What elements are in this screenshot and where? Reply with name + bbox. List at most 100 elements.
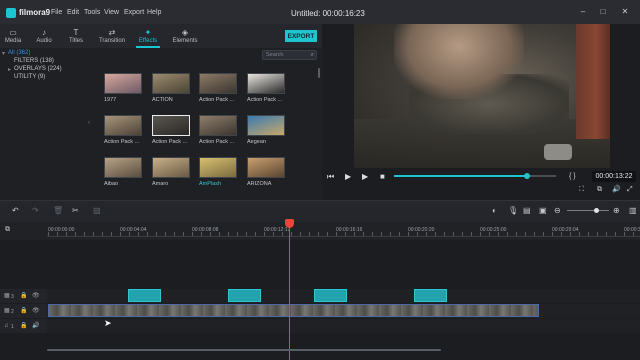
tab-label: Media bbox=[4, 38, 22, 44]
lock-icon[interactable]: 🔒 bbox=[20, 323, 27, 330]
fullscreen-icon[interactable]: ⛶ bbox=[579, 186, 584, 194]
maximize-icon[interactable]: □ bbox=[598, 7, 608, 17]
progress-handle[interactable] bbox=[523, 173, 530, 179]
undo-icon[interactable]: ↶ bbox=[12, 206, 19, 215]
effect-thumbnail[interactable] bbox=[152, 157, 190, 178]
render-icon[interactable]: ◐ bbox=[492, 206, 497, 215]
playhead-handle[interactable] bbox=[284, 219, 294, 228]
collapse-arrow-icon[interactable]: ▾ bbox=[2, 50, 5, 57]
category-all[interactable]: All (362) bbox=[8, 50, 30, 56]
menu-help[interactable]: Help bbox=[147, 9, 161, 16]
ruler-tick bbox=[156, 232, 157, 236]
minimize-icon[interactable]: – bbox=[578, 7, 588, 17]
audio-track-icon: ♫ bbox=[4, 323, 9, 329]
effect-label: ACTION bbox=[152, 97, 173, 103]
redo-icon[interactable]: ↷ bbox=[32, 206, 39, 215]
expand-arrow-icon[interactable]: ▸ bbox=[8, 66, 11, 73]
tab-elements[interactable]: ◈ Elements bbox=[170, 24, 200, 48]
menu-tools[interactable]: Tools bbox=[84, 9, 100, 16]
effect-thumbnail[interactable] bbox=[247, 73, 285, 94]
effect-thumbnail[interactable] bbox=[104, 157, 142, 178]
menu-file[interactable]: File bbox=[51, 9, 62, 16]
category-utility[interactable]: UTILITY (9) bbox=[14, 74, 45, 80]
ruler-tick bbox=[615, 232, 616, 236]
effect-thumbnail[interactable] bbox=[199, 73, 237, 94]
effect-thumbnail[interactable] bbox=[247, 115, 285, 136]
eye-icon[interactable]: 👁 bbox=[32, 293, 40, 300]
collapse-sidebar-icon[interactable]: ‹ bbox=[88, 120, 90, 126]
video-clip[interactable] bbox=[48, 304, 539, 317]
ruler-tick bbox=[48, 232, 49, 236]
effect-thumbnail[interactable] bbox=[199, 115, 237, 136]
ruler-tick bbox=[318, 232, 319, 236]
category-overlays[interactable]: OVERLAYS (224) bbox=[14, 66, 62, 72]
expand-icon[interactable]: ⤢ bbox=[627, 186, 633, 194]
ruler-tick bbox=[426, 232, 427, 236]
playhead-line[interactable] bbox=[288, 226, 290, 360]
stop-icon[interactable]: ■ bbox=[380, 172, 385, 182]
effect-thumbnail[interactable] bbox=[104, 73, 142, 94]
playback-progress-bar[interactable] bbox=[394, 173, 556, 179]
effect-thumbnail[interactable] bbox=[104, 115, 142, 136]
effects-scrollbar[interactable] bbox=[318, 68, 320, 78]
text-icon: T bbox=[73, 28, 79, 37]
add-track-icon[interactable]: ⧉ bbox=[5, 226, 10, 234]
category-filters[interactable]: FILTERS (138) bbox=[14, 58, 54, 64]
menu-export[interactable]: Export bbox=[124, 9, 144, 16]
snapshot-icon[interactable]: ⧉ bbox=[597, 186, 602, 194]
search-input[interactable] bbox=[266, 51, 306, 59]
search-icon[interactable]: ⌕ bbox=[311, 51, 314, 59]
timeline-horizontal-scrollbar[interactable] bbox=[47, 349, 441, 351]
play-icon[interactable]: ▶ bbox=[362, 172, 368, 182]
cut-icon[interactable]: ✂ bbox=[72, 206, 79, 215]
menu-edit[interactable]: Edit bbox=[67, 9, 79, 16]
ruler-tick bbox=[237, 232, 238, 236]
lock-icon[interactable]: 🔒 bbox=[20, 308, 27, 315]
effect-thumbnail[interactable] bbox=[199, 157, 237, 178]
close-icon[interactable]: ✕ bbox=[620, 7, 630, 17]
eye-icon[interactable]: 👁 bbox=[32, 308, 40, 315]
timeline-settings-icon[interactable]: ▥ bbox=[629, 206, 637, 215]
tab-titles[interactable]: T Titles bbox=[64, 24, 88, 48]
transition-icon: ⇄ bbox=[108, 28, 116, 37]
tab-transition[interactable]: ⇄ Transition bbox=[96, 24, 128, 48]
mixer-icon[interactable]: ▤ bbox=[523, 206, 531, 215]
lock-icon[interactable]: 🔒 bbox=[20, 293, 27, 300]
effect-thumbnail[interactable] bbox=[152, 115, 190, 136]
track-row-1[interactable] bbox=[47, 319, 640, 333]
menu-view[interactable]: View bbox=[104, 9, 119, 16]
effect-thumbnail[interactable] bbox=[247, 157, 285, 178]
ruler-tick bbox=[354, 232, 355, 236]
zoom-slider[interactable] bbox=[567, 208, 609, 213]
volume-icon[interactable]: 🔊 bbox=[612, 186, 621, 194]
overlay-effect-clip[interactable] bbox=[128, 289, 161, 302]
tab-effects[interactable]: ✦ Effects bbox=[136, 24, 160, 48]
effect-thumbnail[interactable] bbox=[152, 73, 190, 94]
mark-in-out-icon[interactable]: { } bbox=[569, 173, 576, 181]
overlay-effect-clip[interactable] bbox=[314, 289, 347, 302]
snapshot-marker-icon[interactable]: ▣ bbox=[539, 206, 547, 215]
ruler-tick bbox=[129, 232, 130, 236]
speaker-icon[interactable]: 🔊 bbox=[32, 323, 39, 330]
crop-icon[interactable]: ▧ bbox=[93, 206, 101, 215]
play-slow-icon[interactable]: ▶ bbox=[345, 172, 351, 182]
export-button[interactable]: EXPORT bbox=[285, 30, 317, 42]
overlay-effect-clip[interactable] bbox=[414, 289, 448, 302]
ruler-tick bbox=[345, 232, 346, 236]
step-back-icon[interactable]: ⏮ bbox=[327, 172, 334, 182]
effect-label: Action Pack ... bbox=[152, 139, 188, 145]
timeline-ruler[interactable] bbox=[0, 222, 640, 240]
microphone-icon[interactable]: 🎙 bbox=[508, 206, 518, 215]
tab-media[interactable]: ▭ Media bbox=[2, 24, 24, 48]
zoom-out-icon[interactable]: ⊖ bbox=[554, 206, 561, 215]
ruler-label: 00:00:04:04 bbox=[120, 227, 147, 233]
ruler-tick bbox=[66, 232, 67, 236]
tab-audio[interactable]: ♪ Audio bbox=[32, 24, 56, 48]
ruler-tick bbox=[327, 232, 328, 236]
track-number: 2 bbox=[11, 309, 14, 315]
search-box[interactable]: ⌕ bbox=[262, 50, 317, 60]
ruler-tick bbox=[309, 232, 310, 236]
zoom-in-icon[interactable]: ⊕ bbox=[613, 206, 620, 215]
delete-icon[interactable]: 🗑 bbox=[53, 206, 63, 215]
overlay-effect-clip[interactable] bbox=[227, 289, 261, 302]
